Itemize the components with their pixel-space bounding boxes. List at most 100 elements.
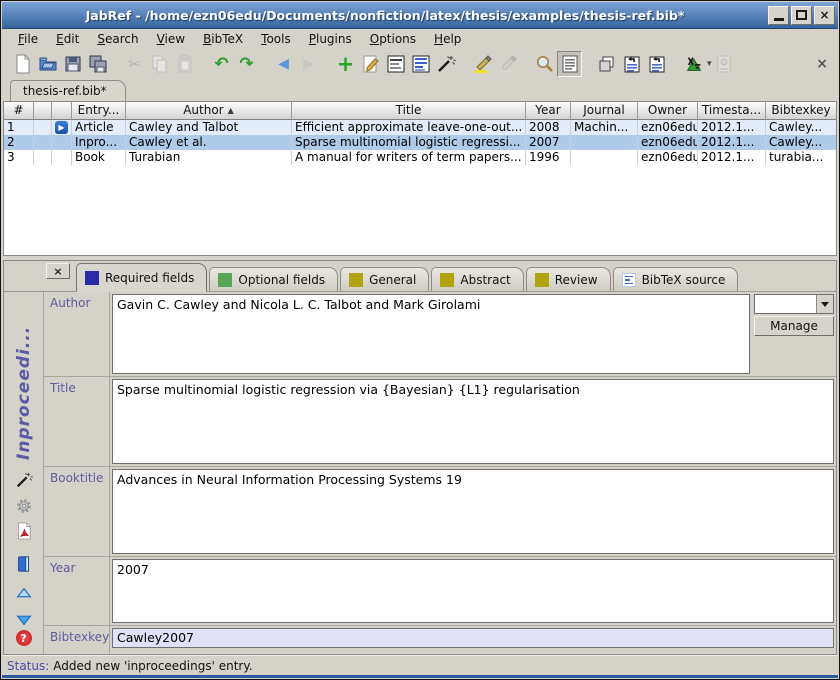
required-fields-icon [85,271,99,285]
maximize-button[interactable] [791,6,812,25]
open-file-button[interactable] [712,51,737,77]
search-button[interactable] [532,51,557,77]
menu-edit[interactable]: Edit [48,30,87,48]
open-pdf-button[interactable] [13,522,35,541]
auto-settings-button[interactable] [13,496,35,515]
year-field[interactable]: 2007 [112,559,834,623]
unmark-entries-button[interactable] [495,51,520,77]
mark-entries-button[interactable] [470,51,495,77]
previous-entry-button[interactable] [13,584,35,603]
sidepane-close-button[interactable]: × [816,56,828,72]
table-row[interactable]: 1 ▶ Article Cawley and Talbot Efficient … [4,120,836,135]
save-all-icon [88,54,108,74]
manage-button[interactable]: Manage [754,316,834,336]
tab-required-fields[interactable]: Required fields [76,263,207,291]
blue-file-icon [15,555,33,573]
menu-search[interactable]: Search [89,30,146,48]
author-label: Author [44,292,110,376]
new-database-button[interactable] [10,51,35,77]
help-icon: ? [16,630,32,646]
col-header-author[interactable]: Author▲ [126,102,292,120]
copy-citation-button[interactable] [594,51,619,77]
up-arrow-icon [15,585,33,603]
save-all-button[interactable] [85,51,110,77]
redo-button[interactable]: ↷ [234,51,259,77]
wand-icon [436,54,456,74]
col-header-icon2[interactable] [52,102,72,120]
open-url-button[interactable] [13,555,35,574]
cell-number: 1 [4,120,34,135]
title-field[interactable]: Sparse multinomial logistic regression v… [112,379,834,464]
maximize-icon [796,10,807,20]
col-header-number[interactable]: # [4,102,34,120]
title-label: Title [44,377,110,466]
back-button[interactable]: ◀ [271,51,296,77]
edit-entry-button[interactable] [358,51,383,77]
paste-icon [175,54,195,74]
col-header-title[interactable]: Title [292,102,526,120]
cleanup-button[interactable] [433,51,458,77]
col-header-entrytype[interactable]: Entry... [72,102,126,120]
menu-help[interactable]: Help [426,30,469,48]
open-database-button[interactable] [35,51,60,77]
cell-number: 3 [4,150,34,165]
tab-optional-fields[interactable]: Optional fields [209,267,338,291]
menu-plugins[interactable]: Plugins [301,30,360,48]
generate-key-button[interactable] [13,470,35,489]
cell-timestamp: 2012.1... [698,120,766,135]
save-database-button[interactable] [60,51,85,77]
combobox-button[interactable] [816,295,833,313]
push-to-application-button[interactable] [619,51,644,77]
close-x-icon: × [816,56,828,72]
menu-bibtex[interactable]: BibTeX [195,30,251,48]
gear-icon [15,497,33,515]
preamble-doc-icon [386,54,406,74]
new-entry-button[interactable]: + [333,51,358,77]
menu-options[interactable]: Options [362,30,424,48]
booktitle-field[interactable]: Advances in Neural Information Processin… [112,469,834,554]
cell-icon2[interactable]: ▶ [52,120,72,135]
col-header-icon1[interactable] [34,102,52,120]
col-header-timestamp[interactable]: Timesta... [698,102,766,120]
edit-preamble-button[interactable] [383,51,408,77]
menu-view[interactable]: View [149,30,193,48]
close-button[interactable]: × [814,6,835,25]
toggle-preview-button[interactable] [557,51,582,77]
tab-general[interactable]: General [340,267,429,291]
help-button[interactable]: ? [13,629,35,648]
file-tab[interactable]: thesis-ref.bib* [10,80,126,101]
edit-strings-button[interactable] [408,51,433,77]
table-row-selected[interactable]: 2 Inpro... Cawley et al. Sparse multinom… [4,135,836,150]
bibtexkey-field[interactable]: Cawley2007 [112,628,834,648]
next-entry-button[interactable] [13,609,35,628]
cell-icon1 [34,150,52,165]
name-format-combobox[interactable] [754,294,834,314]
col-header-bibtexkey[interactable]: Bibtexkey [766,102,836,120]
highlighter-yellow-icon [473,54,493,74]
col-header-owner[interactable]: Owner [638,102,698,120]
file-icon [714,54,734,74]
cell-journal [571,150,638,165]
menu-file[interactable]: File [10,30,46,48]
menu-tools[interactable]: Tools [253,30,299,48]
copy-button[interactable] [147,51,172,77]
cell-number: 2 [4,135,34,150]
table-row[interactable]: 3 Book Turabian A manual for writers of … [4,150,836,165]
author-field[interactable]: Gavin C. Cawley and Nicola L. C. Talbot … [112,294,750,374]
push-to-lyx-button[interactable] [681,51,706,77]
title-bar[interactable]: JabRef - /home/ezn06edu/Documents/nonfic… [2,2,838,29]
forward-button[interactable]: ▶ [296,51,321,77]
col-header-journal[interactable]: Journal [571,102,638,120]
editor-tab-bar: × Required fields Optional fields Genera… [4,261,836,292]
col-header-year[interactable]: Year [526,102,571,120]
editor-close-button[interactable]: × [46,263,70,279]
undo-button[interactable]: ↶ [209,51,234,77]
paste-button[interactable] [172,51,197,77]
tab-abstract[interactable]: Abstract [431,267,523,291]
tab-bibtex-source[interactable]: BibTeX source [613,267,739,291]
minimize-button[interactable] [768,6,789,25]
tab-review[interactable]: Review [526,267,611,291]
preview-icon [560,54,580,74]
cut-button[interactable]: ✂ [122,51,147,77]
push-to-editor-button[interactable] [644,51,669,77]
